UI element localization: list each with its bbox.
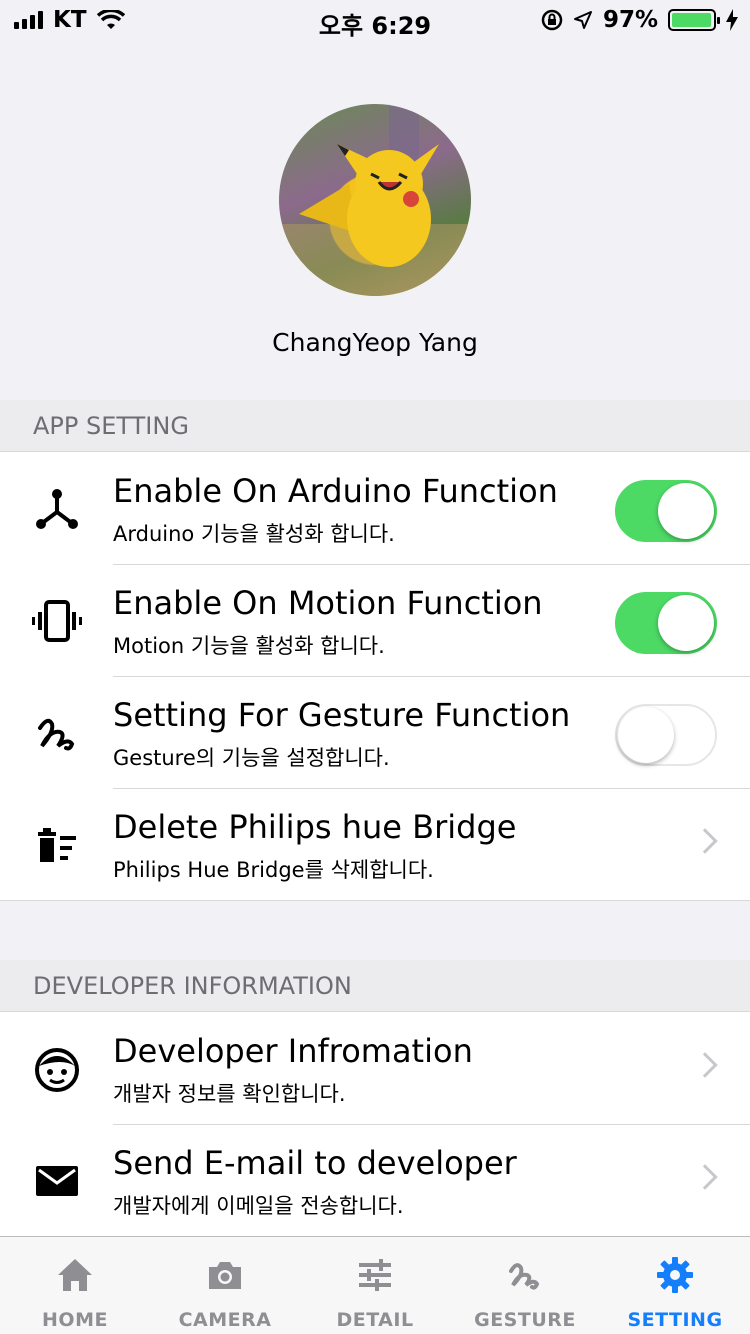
tab-label: HOME <box>42 1309 108 1331</box>
tab-label: CAMERA <box>178 1309 272 1331</box>
chevron-right-icon <box>692 1164 718 1190</box>
home-icon <box>58 1259 92 1291</box>
row-title: Developer Infromation <box>113 1032 473 1070</box>
row-title: Delete Philips hue Bridge <box>113 808 517 846</box>
arduino-icon <box>36 489 78 529</box>
app-setting-group: Enable On Arduino Function Arduino 기능을 활… <box>0 452 750 901</box>
gear-icon <box>657 1257 693 1293</box>
tab-gesture[interactable]: GESTURE <box>450 1237 600 1334</box>
pikachu-image <box>279 104 471 296</box>
chevron-right-icon <box>692 1052 718 1078</box>
arduino-row[interactable]: Enable On Arduino Function Arduino 기능을 활… <box>0 452 750 564</box>
gesture-row[interactable]: Setting For Gesture Function Gesture의 기능… <box>0 676 750 788</box>
gesture-icon <box>38 718 75 751</box>
developer-group: Developer Infromation 개발자 정보를 확인합니다. Sen… <box>0 1012 750 1237</box>
clock: 오후 6:29 <box>318 12 432 40</box>
gesture-icon <box>509 1263 540 1290</box>
profile-header: ChangYeop Yang <box>0 40 750 400</box>
developer-information-row[interactable]: Developer Infromation 개발자 정보를 확인합니다. <box>0 1012 750 1124</box>
tab-setting[interactable]: SETTING <box>600 1237 750 1334</box>
row-subtitle: Gesture의 기능을 설정합니다. <box>113 746 390 770</box>
gesture-toggle[interactable] <box>615 704 717 766</box>
camera-icon <box>209 1262 241 1289</box>
motion-toggle[interactable] <box>615 592 717 654</box>
mail-icon <box>36 1166 78 1196</box>
battery-fill <box>672 13 711 27</box>
row-title: Enable On Arduino Function <box>113 472 558 510</box>
row-subtitle: Philips Hue Bridge를 삭제합니다. <box>113 858 434 882</box>
row-title: Setting For Gesture Function <box>113 696 571 734</box>
sliders-icon <box>359 1259 391 1291</box>
tab-detail[interactable]: DETAIL <box>300 1237 450 1334</box>
section-header-app-setting: APP SETTING <box>0 400 750 452</box>
tab-home[interactable]: HOME <box>0 1237 150 1334</box>
face-icon <box>35 1048 79 1092</box>
motion-row[interactable]: Enable On Motion Function Motion 기능을 활성화… <box>0 564 750 676</box>
tab-camera[interactable]: CAMERA <box>150 1237 300 1334</box>
arduino-toggle[interactable] <box>615 480 717 542</box>
row-title: Enable On Motion Function <box>113 584 543 622</box>
row-subtitle: 개발자에게 이메일을 전송합니다. <box>113 1194 404 1218</box>
tab-label: DETAIL <box>336 1309 414 1331</box>
avatar[interactable] <box>279 104 471 296</box>
tab-label: GESTURE <box>474 1309 576 1331</box>
section-header-developer-information: DEVELOPER INFORMATION <box>0 960 750 1012</box>
row-subtitle: Motion 기능을 활성화 합니다. <box>113 634 385 658</box>
row-subtitle: 개발자 정보를 확인합니다. <box>113 1082 346 1106</box>
send-email-row[interactable]: Send E-mail to developer 개발자에게 이메일을 전송합니… <box>0 1124 750 1236</box>
tab-bar: HOME CAMERA DETAIL GESTURE SETTING <box>0 1236 750 1334</box>
vibration-icon <box>32 600 82 642</box>
battery-icon <box>668 9 720 31</box>
delete-hue-bridge-row[interactable]: Delete Philips hue Bridge Philips Hue Br… <box>0 788 750 900</box>
tab-label: SETTING <box>627 1309 723 1331</box>
delete-sweep-icon <box>38 828 76 862</box>
chevron-right-icon <box>692 828 718 854</box>
row-subtitle: Arduino 기능을 활성화 합니다. <box>113 522 395 546</box>
row-title: Send E-mail to developer <box>113 1144 517 1182</box>
profile-name: ChangYeop Yang <box>272 328 478 357</box>
status-bar: KT 오후 6:29 97% <box>0 0 750 40</box>
